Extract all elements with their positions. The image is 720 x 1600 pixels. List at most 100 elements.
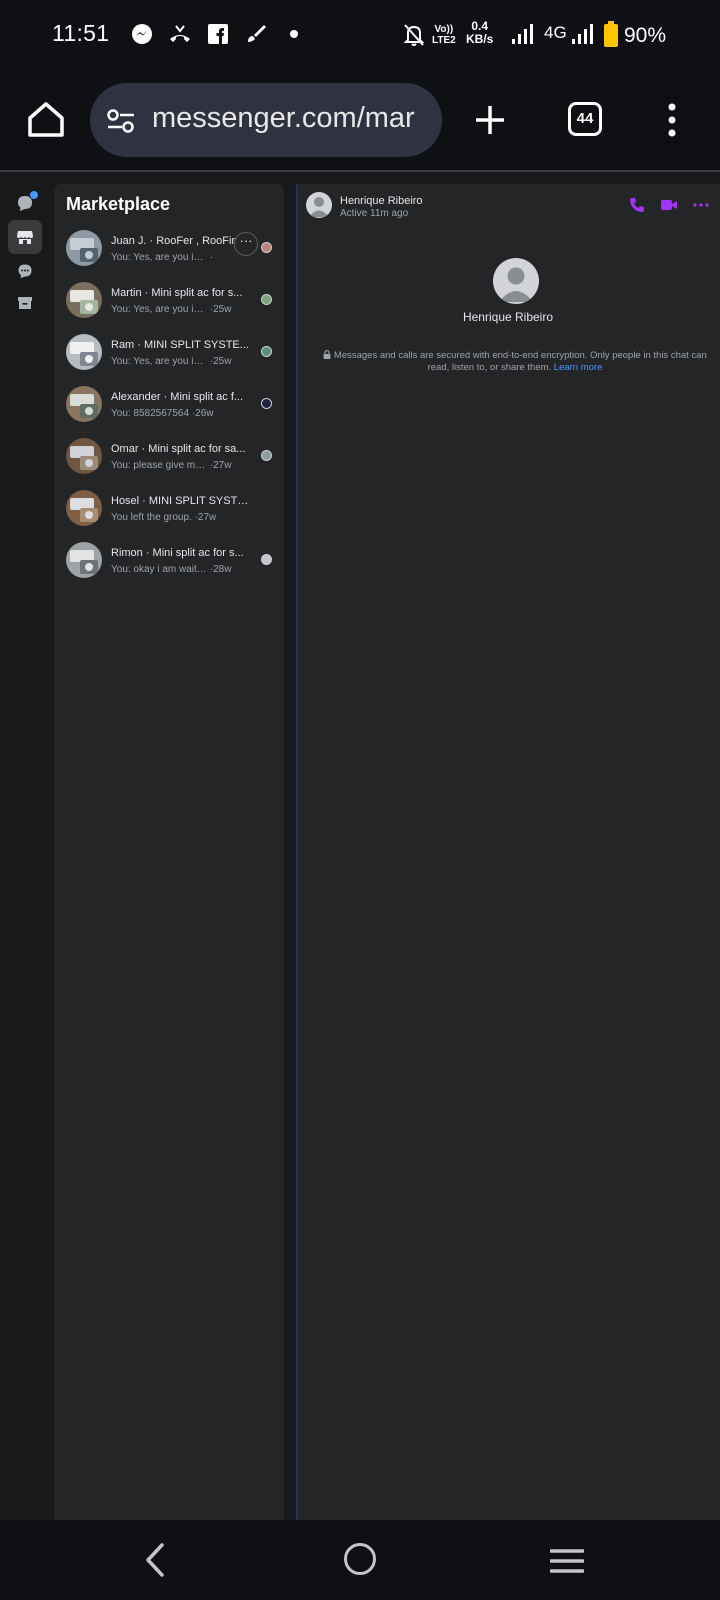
url-text[interactable]: messenger.com/mar xyxy=(152,102,436,135)
thread-row[interactable]: Hosel · MINI SPLIT SYSTE... You left the … xyxy=(54,490,284,542)
thread-time: ·28w xyxy=(207,564,232,575)
read-receipt-avatar xyxy=(261,554,272,565)
read-receipt-avatar xyxy=(261,398,272,409)
thread-snippet: You: okay i am waiting please xyxy=(111,564,207,575)
read-receipt-avatar xyxy=(261,242,272,253)
panel-divider xyxy=(296,184,298,1520)
signal-icon-2 xyxy=(572,24,594,49)
thread-options-button[interactable]: ··· xyxy=(234,232,258,256)
tab-switcher-button[interactable]: 44 xyxy=(568,102,602,136)
thread-preview: You: Yes, are you interested ·25w xyxy=(111,304,255,315)
messenger-icon xyxy=(130,22,154,46)
left-rail xyxy=(0,172,52,1520)
profile-avatar[interactable] xyxy=(493,258,539,304)
thread-preview: You: okay i am waiting please ·28w xyxy=(111,564,255,575)
battery-percent: 90% xyxy=(624,24,667,47)
thread-row[interactable]: Ram · MINI SPLIT SYSTE... You: Yes, are y… xyxy=(54,334,284,386)
thread-snippet: You: Yes, are you interested xyxy=(111,252,207,263)
volte-indicator: Vo)) LTE2 xyxy=(432,24,456,46)
thread-snippet: You: 8582567564 xyxy=(111,408,190,419)
thread-title: Juan J. · RooFer , RooFing xyxy=(111,235,244,247)
thread-time: ·27w xyxy=(191,512,217,523)
thread-preview: You left the group. ·27w xyxy=(111,512,255,523)
thread-title: Hosel · MINI SPLIT SYSTE... xyxy=(111,495,253,507)
store-icon xyxy=(17,231,33,244)
browser-toolbar: messenger.com/mar 44 xyxy=(0,72,720,172)
thread-preview: You: Yes, are you interested ·25w xyxy=(111,356,255,367)
thread-row[interactable]: Alexander · Mini split ac f... You: 85825… xyxy=(54,386,284,438)
thread-snippet: You left the group. xyxy=(111,512,192,523)
read-receipt-avatar xyxy=(261,294,272,305)
thread-time: · xyxy=(207,252,214,263)
archive-rail-button[interactable] xyxy=(8,286,42,320)
thread-row[interactable]: Omar · Mini split ac for sa... You: pleas… xyxy=(54,438,284,490)
encryption-notice: Messages and calls are secured with end-… xyxy=(320,350,710,374)
thread-title: Ram · MINI SPLIT SYSTE... xyxy=(111,339,249,351)
read-receipt-avatar xyxy=(261,346,272,357)
inbox-title: Marketplace xyxy=(66,194,171,214)
conversation-panel: Henrique Ribeiro Active 11m ago Henrique… xyxy=(296,184,720,1520)
active-status: Active 11m ago xyxy=(340,208,409,219)
home-nav-icon[interactable] xyxy=(344,1543,376,1575)
marketplace-rail-button[interactable] xyxy=(8,220,42,254)
overflow-menu-icon[interactable] xyxy=(664,100,680,140)
clock: 11:51 xyxy=(52,20,110,46)
listing-thumbnail xyxy=(66,230,102,266)
listing-thumbnail xyxy=(66,334,102,370)
thread-time: ·27w xyxy=(207,460,232,471)
chats-rail-button[interactable] xyxy=(8,186,42,220)
more-options-icon[interactable] xyxy=(692,196,710,214)
thread-time: ·25w xyxy=(207,356,232,367)
thread-snippet: You: Yes, are you interested xyxy=(111,304,207,315)
battery-icon xyxy=(604,21,618,52)
thread-row[interactable]: Rimon · Mini split ac for s... You: okay … xyxy=(54,542,284,594)
address-bar[interactable]: messenger.com/mar xyxy=(90,83,442,157)
network-type: 4G xyxy=(544,23,567,42)
archive-icon xyxy=(18,297,32,309)
notification-dot xyxy=(29,190,39,200)
listing-thumbnail xyxy=(66,438,102,474)
thread-title: Omar · Mini split ac for sa... xyxy=(111,443,246,455)
status-bar: 11:51 Vo)) LTE2 0.4 KB/s 4G 90% xyxy=(0,0,720,72)
video-call-icon[interactable] xyxy=(660,196,678,214)
recent-apps-icon[interactable] xyxy=(549,1548,585,1574)
thread-title: Martin · Mini split ac for s... xyxy=(111,287,243,299)
facebook-icon xyxy=(206,22,230,46)
mute-icon xyxy=(402,22,426,53)
messenger-app: Marketplace Juan J. · RooFer , RooFing Yo… xyxy=(0,172,720,1520)
thread-time: ·26w xyxy=(189,408,214,419)
new-tab-icon[interactable] xyxy=(470,100,510,140)
listing-thumbnail xyxy=(66,542,102,578)
learn-more-link[interactable]: Learn more xyxy=(554,362,603,373)
thread-snippet: You: Yes, are you interested xyxy=(111,356,207,367)
conversation-header: Henrique Ribeiro Active 11m ago xyxy=(296,184,720,228)
site-settings-icon[interactable] xyxy=(106,108,136,134)
home-icon[interactable] xyxy=(24,98,68,142)
signal-icon xyxy=(512,24,534,49)
marketplace-inbox: Marketplace Juan J. · RooFer , RooFing Yo… xyxy=(54,184,284,1520)
listing-thumbnail xyxy=(66,490,102,526)
thread-row[interactable]: Juan J. · RooFer , RooFing You: Yes, are … xyxy=(54,230,284,282)
message-request-icon xyxy=(18,264,32,278)
phone-icon[interactable] xyxy=(628,196,646,214)
profile-name: Henrique Ribeiro xyxy=(462,310,554,324)
requests-rail-button[interactable] xyxy=(8,254,42,288)
thread-title: Rimon · Mini split ac for s... xyxy=(111,547,244,559)
dot-icon xyxy=(282,22,306,46)
network-speed: 0.4 KB/s xyxy=(466,19,494,46)
thread-preview: You: Yes, are you interested · xyxy=(111,252,255,263)
listing-thumbnail xyxy=(66,386,102,422)
thread-time: ·25w xyxy=(207,304,232,315)
lock-icon xyxy=(323,350,331,359)
brush-icon xyxy=(244,22,268,46)
encryption-text: Messages and calls are secured with end-… xyxy=(333,350,707,373)
thread-row[interactable]: Martin · Mini split ac for s... You: Yes,… xyxy=(54,282,284,334)
read-receipt-avatar xyxy=(261,450,272,461)
missed-call-icon xyxy=(168,22,192,46)
contact-name[interactable]: Henrique Ribeiro xyxy=(340,195,423,207)
listing-thumbnail xyxy=(66,282,102,318)
system-nav-bar xyxy=(0,1520,720,1600)
back-icon[interactable] xyxy=(140,1542,172,1578)
thread-preview: You: please give me a call ·27w xyxy=(111,460,255,471)
avatar[interactable] xyxy=(306,192,332,218)
